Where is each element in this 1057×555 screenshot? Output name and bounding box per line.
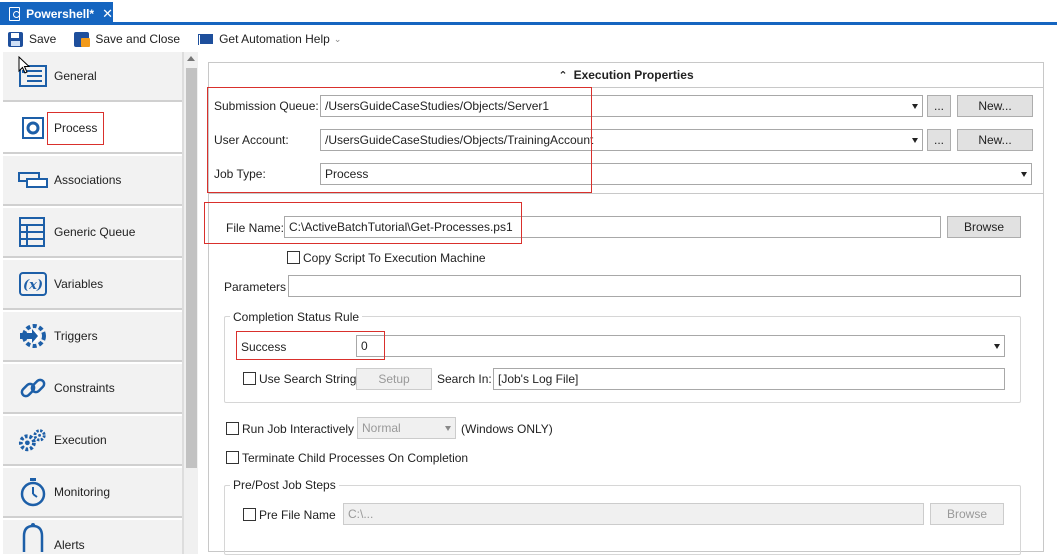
terminate-child-label: Terminate Child Processes On Completion <box>242 451 469 465</box>
stopwatch-icon <box>18 478 48 507</box>
pre-file-name-input[interactable]: C:\... <box>343 503 924 525</box>
sidebar-item-associations[interactable]: Associations <box>3 156 182 206</box>
search-in-label: Search In: <box>437 372 492 386</box>
chevron-down-icon[interactable]: ⌄ <box>334 34 342 45</box>
sidebar-item-triggers[interactable]: Triggers <box>3 312 182 362</box>
chevron-down-icon <box>912 138 918 143</box>
chevron-down-icon <box>1021 172 1027 177</box>
interactive-mode-value: Normal <box>362 421 401 435</box>
use-search-string-label: Use Search String <box>259 372 357 386</box>
run-interactively-checkbox[interactable] <box>226 422 239 435</box>
collapse-icon[interactable]: ⌃ <box>558 69 567 82</box>
pre-post-title: Pre/Post Job Steps <box>230 478 339 492</box>
svg-text:(x): (x) <box>23 278 43 293</box>
gears-icon <box>18 426 48 454</box>
sidebar-label-triggers: Triggers <box>54 329 98 343</box>
windows-only-note: (Windows ONLY) <box>461 422 553 436</box>
use-search-string-checkbox[interactable] <box>243 372 256 385</box>
bell-icon <box>18 522 48 552</box>
toolbar: Save Save and Close Get Automation Help … <box>0 28 1057 50</box>
file-name-browse-button[interactable]: Browse <box>947 216 1021 238</box>
sidebar-label-alerts: Alerts <box>54 538 85 552</box>
pre-file-name-label: Pre File Name <box>259 508 336 522</box>
document-icon <box>9 6 21 21</box>
execution-properties-title: Execution Properties <box>573 68 694 82</box>
close-icon[interactable]: ✕ <box>102 6 113 22</box>
sidebar-scrollbar[interactable] <box>183 52 198 554</box>
parameters-input[interactable] <box>288 275 1021 297</box>
sidebar: General Process Associations Generic Que… <box>0 52 183 554</box>
save-icon <box>8 31 23 47</box>
search-in-input[interactable]: [Job's Log File] <box>493 368 1005 390</box>
save-button[interactable]: Save <box>8 31 57 47</box>
sidebar-item-execution[interactable]: Execution <box>3 416 182 466</box>
success-select[interactable]: 0 <box>356 335 1005 357</box>
sidebar-label-monitoring: Monitoring <box>54 485 111 499</box>
copy-script-label: Copy Script To Execution Machine <box>303 251 486 265</box>
sidebar-item-alerts[interactable]: Alerts <box>3 520 182 554</box>
pre-file-name-checkbox[interactable] <box>243 508 256 521</box>
section-divider <box>209 193 1043 194</box>
run-interactively-label: Run Job Interactively <box>242 422 355 436</box>
save-label: Save <box>29 32 57 46</box>
sidebar-item-monitoring[interactable]: Monitoring <box>3 468 182 518</box>
setup-button[interactable]: Setup <box>356 368 432 390</box>
file-name-highlight <box>204 202 522 244</box>
submission-queue-browse-button[interactable]: ... <box>927 95 951 117</box>
get-automation-help-button[interactable]: Get Automation Help ⌄ <box>198 32 341 46</box>
chevron-down-icon <box>445 426 451 431</box>
user-account-browse-button[interactable]: ... <box>927 129 951 151</box>
queue-icon <box>18 217 48 247</box>
main-content: ⌃ Execution Properties Submission Queue:… <box>198 52 1057 555</box>
sidebar-label-general: General <box>54 69 97 83</box>
associations-icon <box>18 166 48 194</box>
process-highlight <box>47 112 104 145</box>
pre-file-browse-button[interactable]: Browse <box>930 503 1004 525</box>
completion-status-title: Completion Status Rule <box>230 310 363 324</box>
mail-icon <box>198 33 215 45</box>
search-in-value: [Job's Log File] <box>498 372 579 386</box>
save-close-icon <box>74 31 91 47</box>
tab-title: Powershell* <box>26 6 95 21</box>
tab-bar: Powershell* ✕ <box>0 0 1057 25</box>
terminate-child-checkbox[interactable] <box>226 451 239 464</box>
scroll-up-icon[interactable] <box>187 56 195 61</box>
parameters-label: Parameters <box>224 280 287 294</box>
scroll-thumb[interactable] <box>186 68 197 468</box>
chevron-down-icon <box>912 104 918 109</box>
sidebar-item-generic-queue[interactable]: Generic Queue <box>3 208 182 258</box>
submission-queue-new-button[interactable]: New... <box>957 95 1033 117</box>
sidebar-label-execution: Execution <box>54 433 107 447</box>
chevron-down-icon <box>994 344 1000 349</box>
interactive-mode-select[interactable]: Normal <box>357 417 456 439</box>
success-highlight <box>236 331 385 360</box>
execution-properties-header[interactable]: ⌃ Execution Properties <box>209 63 1043 88</box>
queue-account-highlight <box>207 87 592 193</box>
link-icon <box>18 374 48 402</box>
mouse-cursor-icon <box>18 56 30 74</box>
help-label: Get Automation Help <box>219 32 330 46</box>
tab-powershell[interactable]: Powershell* ✕ <box>0 2 113 25</box>
sidebar-item-constraints[interactable]: Constraints <box>3 364 182 414</box>
triggers-icon <box>18 322 48 350</box>
sidebar-label-generic-queue: Generic Queue <box>54 225 136 239</box>
variables-icon: (x) <box>18 270 48 298</box>
pre-file-name-value: C:\... <box>348 507 374 521</box>
sidebar-item-variables[interactable]: (x) Variables <box>3 260 182 310</box>
sidebar-label-associations: Associations <box>54 173 122 187</box>
copy-script-checkbox[interactable] <box>287 251 300 264</box>
gear-icon <box>18 114 48 142</box>
sidebar-label-constraints: Constraints <box>54 381 115 395</box>
save-and-close-button[interactable]: Save and Close <box>74 31 181 47</box>
user-account-new-button[interactable]: New... <box>957 129 1033 151</box>
sidebar-label-variables: Variables <box>54 277 104 291</box>
save-close-label: Save and Close <box>95 32 181 46</box>
